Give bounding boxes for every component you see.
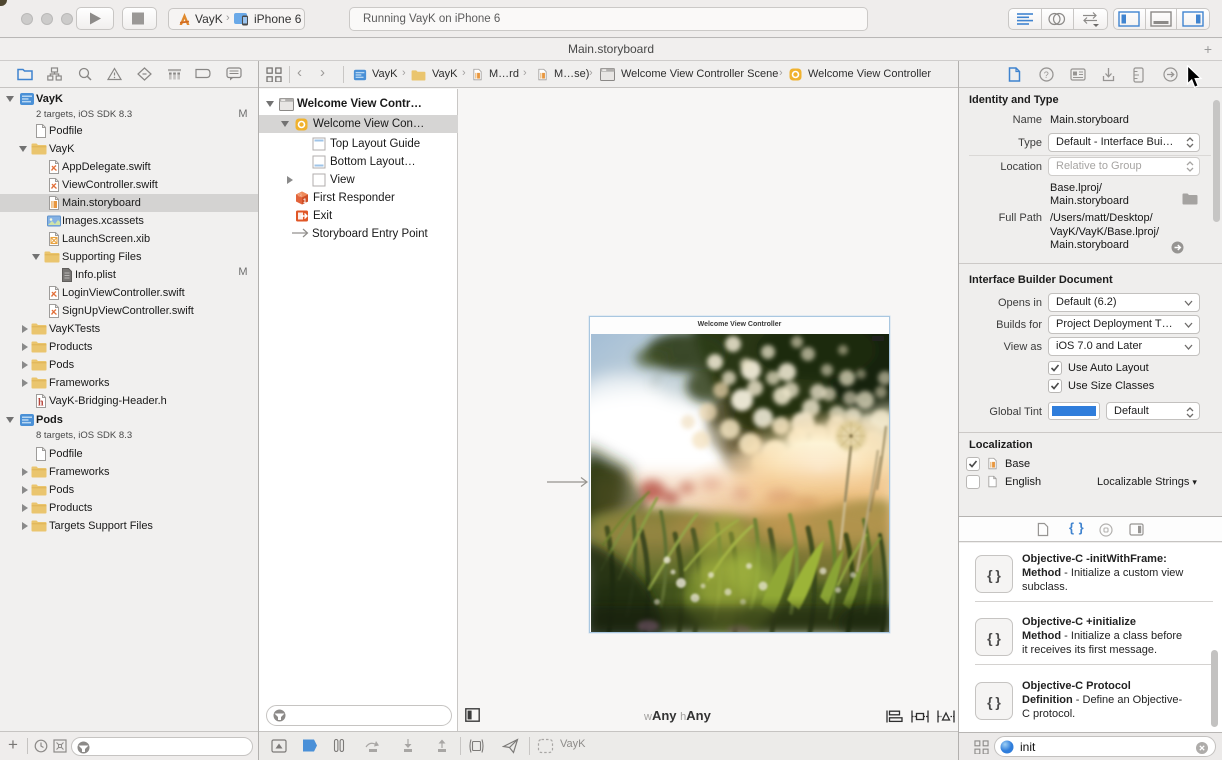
svg-text:h: h [38,398,44,409]
svg-text:☉: ☉ [298,193,303,199]
svg-text:?: ? [1044,70,1049,80]
svg-text:1: 1 [303,198,307,205]
